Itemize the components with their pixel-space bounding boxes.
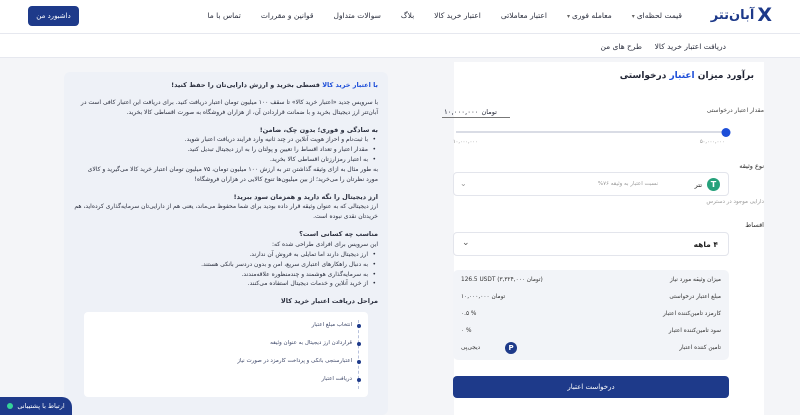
info-heading: ارز دیجیتال را نگه دارید و همزمان سود بب… <box>233 192 378 201</box>
top-header: X آبان‌تتر قیمت لحظه‌ای▾ معامله فوری▾ اع… <box>0 0 800 34</box>
request-credit-button[interactable]: درخواست اعتبار <box>453 376 729 398</box>
chevron-down-icon: ▾ <box>567 13 571 20</box>
slider-handle[interactable] <box>721 127 731 137</box>
tether-icon: T <box>707 178 720 191</box>
summary-row-fee: کارمزد تامین‌کننده اعتبار ۰.۵ % <box>461 311 721 317</box>
amount-input[interactable]: ۱۰,۰۰۰,۰۰۰ تومان <box>442 106 510 118</box>
info-list: ارز دیجیتال دارند اما تمایلی به فروش آن … <box>74 250 378 290</box>
slider-min-label: ۱۰,۰۰۰,۰۰۰ <box>453 139 478 145</box>
list-item: مقدار اعتبار و تعداد اقساط را تعیین و پو… <box>74 145 376 155</box>
dashboard-button[interactable]: داشبورد من <box>28 6 79 26</box>
collateral-ratio: نسبت اعتبار به وثیقه ۷۶% <box>597 181 658 187</box>
collateral-label: نوع وثیقه <box>739 162 764 170</box>
step-item: اعتبارسنجی بانکی و پرداخت کارمزد در صورت… <box>92 357 361 366</box>
info-heading: به سادگی و فوری؛ بدون چک، ضامن! <box>259 125 378 134</box>
list-item: با ثبت‌نام و احراز هویت آنلاین در چند ثا… <box>74 135 376 145</box>
support-label: ارتباط با پشتیبانی <box>17 402 65 410</box>
available-balance-text: دارایی موجود در دسترس <box>706 199 764 205</box>
installments-select[interactable]: ۴ ماهه ⌄ <box>453 232 729 256</box>
nav-live-price[interactable]: قیمت لحظه‌ای▾ <box>632 11 682 20</box>
info-paragraph: با سرویس جدید «اعتبار خرید کالا» تا سقف … <box>80 98 378 116</box>
nav-rules[interactable]: قوانین و مقررات <box>261 11 314 20</box>
info-heading: مراحل دریافت اعتبار خرید کالا <box>280 297 378 306</box>
list-item: از خرید آنلاین و خدمات دیجیتال استفاده م… <box>74 279 376 289</box>
summary-row-interest: سود تامین‌کننده اعتبار ۰ % <box>461 328 721 334</box>
info-list: با ثبت‌نام و احراز هویت آنلاین در چند ثا… <box>74 135 378 165</box>
step-item: انتخاب مبلغ اعتبار <box>92 321 361 330</box>
collateral-name: تتر <box>694 181 702 189</box>
summary-box: میزان وثیقه مورد نیاز 126.5 USDT (۳,۳۲۴,۰… <box>453 270 729 360</box>
calculator-title: برآورد میزان اعتبار درخواستی <box>619 71 754 81</box>
slider-max-label: ۵۰,۰۰۰,۰۰۰ <box>700 139 725 145</box>
step-item: قراردادن ارز دیجیتال به عنوان وثیقه <box>92 339 361 348</box>
step-item: دریافت اعتبار <box>92 375 361 384</box>
info-paragraph: ارز دیجیتالی که به عنوان وثیقه قرار داده… <box>74 203 378 221</box>
list-item: به سرمایه‌گذاری هوشمند و چندمنظوره علاقه… <box>74 270 376 280</box>
info-paragraph: به طور مثال به ازای وثیقه گذاشتن تتر به … <box>87 165 378 183</box>
nav-purchase-credit[interactable]: اعتبار خرید کالا <box>434 11 481 20</box>
info-paragraph: این سرویس برای افرادی طراحی شده که: <box>271 240 378 248</box>
chevron-down-icon: ⌄ <box>462 238 470 248</box>
chevron-down-icon: ⌄ <box>460 179 467 188</box>
tab-my-plans[interactable]: طرح های من <box>600 42 642 51</box>
online-status-icon <box>7 403 14 409</box>
support-button[interactable]: ارتباط با پشتیبانی <box>0 397 72 415</box>
list-item: ارز دیجیتال دارند اما تمایلی به فروش آن … <box>74 250 376 260</box>
installments-value: ۴ ماهه <box>693 240 718 249</box>
logo-text: آبان‌تتر <box>710 8 755 23</box>
info-heading: مناسب چه کسانی است؟ <box>299 230 378 239</box>
tab-purchase-credit[interactable]: دریافت اعتبار خرید کالا <box>655 42 726 51</box>
summary-row-collateral: میزان وثیقه مورد نیاز 126.5 USDT (۳,۳۲۴,۰… <box>461 277 721 283</box>
summary-row-provider: تامین کننده اعتبار دیجی‌پی P <box>461 342 721 354</box>
nav-trading-credit[interactable]: اعتبار معاملاتی <box>501 11 547 20</box>
nav-faq[interactable]: سوالات متداول <box>334 11 381 20</box>
list-item: به دنبال راهکارهای اعتباری سریع، امن و ب… <box>74 260 376 270</box>
amount-label: مقدار اعتبار درخواستی <box>706 107 764 114</box>
steps-list: انتخاب مبلغ اعتبار قراردادن ارز دیجیتال … <box>84 312 368 398</box>
summary-row-amount: مبلغ اعتبار درخواستی ۱۰,۰۰۰,۰۰۰ تومان <box>461 294 721 300</box>
info-panel: با اعتبار خرید کالا قسطی بخرید و ارزش دا… <box>64 72 388 415</box>
info-intro: با اعتبار خرید کالا قسطی بخرید و ارزش دا… <box>171 81 378 89</box>
list-item: به اعتبار رمزارزتان اقساطی کالا بخرید. <box>74 155 376 165</box>
provider-logo-icon: P <box>505 342 517 354</box>
nav-contact[interactable]: تماس با ما <box>208 11 241 20</box>
nav-instant-trade[interactable]: معامله فوری▾ <box>567 11 612 20</box>
amount-slider[interactable] <box>456 127 731 137</box>
logo-icon: X <box>757 4 772 26</box>
logo[interactable]: X آبان‌تتر <box>711 6 772 25</box>
tab-bar: دریافت اعتبار خرید کالا طرح های من <box>0 34 800 58</box>
collateral-select[interactable]: T تتر نسبت اعتبار به وثیقه ۷۶% ⌄ <box>453 172 729 196</box>
chevron-down-icon: ▾ <box>631 13 635 20</box>
nav-blog[interactable]: بلاگ <box>401 11 414 20</box>
main-nav: قیمت لحظه‌ای▾ معامله فوری▾ اعتبار معاملا… <box>208 11 683 20</box>
installments-label: اقساط <box>745 221 764 229</box>
